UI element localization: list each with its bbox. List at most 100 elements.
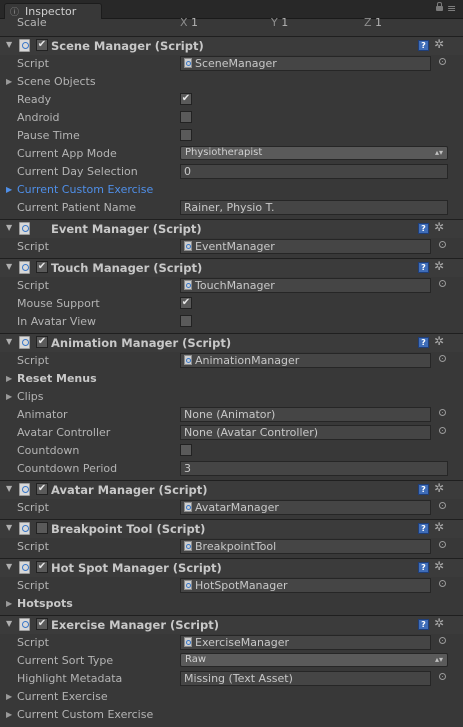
scene-objects-label[interactable]: Scene Objects — [17, 75, 96, 88]
object-picker-icon[interactable] — [439, 673, 446, 680]
property-row[interactable]: ▶ Hotspots — [0, 595, 463, 613]
help-icon[interactable]: ? — [418, 619, 429, 630]
foldout-closed-icon[interactable]: ▶ — [6, 185, 12, 194]
gear-icon[interactable]: ✲ — [434, 220, 444, 234]
component-header-animation-manager[interactable]: ▼ ✔ Animation Manager (Script) ? ✲ — [0, 333, 463, 352]
foldout-arrow-icon[interactable]: ▼ — [6, 523, 12, 532]
help-icon[interactable]: ? — [418, 40, 429, 51]
gear-icon[interactable]: ✲ — [434, 559, 444, 573]
day-selection-field[interactable]: 0 — [180, 164, 448, 179]
tab-inspector[interactable]: ⓘ Inspector — [4, 3, 102, 19]
object-picker-icon[interactable] — [439, 280, 446, 287]
component-enabled-checkbox[interactable]: ✔ — [36, 618, 48, 630]
object-picker-icon[interactable] — [439, 241, 446, 248]
component-enabled-checkbox[interactable]: ✔ — [36, 336, 48, 348]
script-field[interactable]: ExerciseManager — [180, 635, 431, 650]
avatar-view-checkbox[interactable] — [180, 315, 192, 327]
component-enabled-checkbox[interactable]: ✔ — [36, 261, 48, 273]
property-row[interactable]: ▶ Current Custom Exercise — [0, 706, 463, 724]
highlight-metadata-field[interactable]: Missing (Text Asset) — [180, 671, 431, 686]
property-row[interactable]: ▶ Current Custom Exercise — [0, 181, 463, 199]
component-header-hot-spot-manager[interactable]: ▼ ✔ Hot Spot Manager (Script) ? ✲ — [0, 558, 463, 577]
mouse-support-checkbox[interactable]: ✔ — [180, 297, 192, 309]
gear-icon[interactable]: ✲ — [434, 334, 444, 348]
animator-field[interactable]: None (Animator) — [180, 407, 431, 422]
android-checkbox[interactable] — [180, 111, 192, 123]
gear-icon[interactable]: ✲ — [434, 37, 444, 51]
scale-z-field[interactable]: 1 — [375, 18, 382, 29]
foldout-arrow-icon[interactable]: ▼ — [6, 262, 12, 271]
property-row[interactable]: ▶ Scene Objects — [0, 73, 463, 91]
ready-checkbox[interactable]: ✔ — [180, 93, 192, 105]
foldout-closed-icon[interactable]: ▶ — [6, 374, 12, 383]
help-icon[interactable]: ? — [418, 484, 429, 495]
component-header-touch-manager[interactable]: ▼ ✔ Touch Manager (Script) ? ✲ — [0, 258, 463, 277]
script-field[interactable]: EventManager — [180, 239, 431, 254]
script-field[interactable]: BreakpointTool — [180, 539, 431, 554]
object-picker-icon[interactable] — [439, 580, 446, 587]
component-header-event-manager[interactable]: ▼ Event Manager (Script) ? ✲ — [0, 219, 463, 238]
gear-icon[interactable]: ✲ — [434, 259, 444, 273]
object-picker-icon[interactable] — [439, 58, 446, 65]
property-row[interactable]: ▶ Reset Menus — [0, 370, 463, 388]
clips-label[interactable]: Clips — [17, 390, 44, 403]
reset-menus-label[interactable]: Reset Menus — [17, 372, 97, 385]
gear-icon[interactable]: ✲ — [434, 520, 444, 534]
gear-icon[interactable]: ✲ — [434, 616, 444, 630]
scale-y-field[interactable]: 1 — [281, 18, 288, 29]
foldout-arrow-icon[interactable]: ▼ — [6, 562, 12, 571]
object-picker-icon[interactable] — [439, 637, 446, 644]
inspector-content[interactable]: Scale X 1 Y 1 Z 1 ▼ ✔ Scene Manager (Scr… — [0, 18, 463, 727]
component-enabled-checkbox[interactable]: ✔ — [36, 483, 48, 495]
help-icon[interactable]: ? — [418, 337, 429, 348]
foldout-arrow-icon[interactable]: ▼ — [6, 484, 12, 493]
help-icon[interactable]: ? — [418, 262, 429, 273]
scale-x-field[interactable]: 1 — [191, 18, 198, 29]
script-field[interactable]: TouchManager — [180, 278, 431, 293]
object-picker-icon[interactable] — [439, 409, 446, 416]
lock-icon[interactable] — [436, 2, 443, 11]
panel-menu-icon[interactable]: ≡ — [447, 2, 456, 15]
foldout-arrow-icon[interactable]: ▼ — [6, 223, 12, 232]
avatar-controller-field[interactable]: None (Avatar Controller) — [180, 425, 431, 440]
foldout-arrow-icon[interactable]: ▼ — [6, 40, 12, 49]
foldout-closed-icon[interactable]: ▶ — [6, 392, 12, 401]
countdown-period-field[interactable]: 3 — [180, 461, 448, 476]
foldout-closed-icon[interactable]: ▶ — [6, 710, 12, 719]
object-picker-icon[interactable] — [439, 427, 446, 434]
property-row[interactable]: ▶ Current Exercise — [0, 688, 463, 706]
foldout-closed-icon[interactable]: ▶ — [6, 692, 12, 701]
script-field[interactable]: HotSpotManager — [180, 578, 431, 593]
foldout-closed-icon[interactable]: ▶ — [6, 77, 12, 86]
gear-icon[interactable]: ✲ — [434, 481, 444, 495]
app-mode-dropdown[interactable]: Physiotherapist ▴▾ — [180, 146, 448, 160]
component-header-avatar-manager[interactable]: ▼ ✔ Avatar Manager (Script) ? ✲ — [0, 480, 463, 499]
script-field[interactable]: AnimationManager — [180, 353, 431, 368]
component-header-scene-manager[interactable]: ▼ ✔ Scene Manager (Script) ? ✲ — [0, 36, 463, 55]
pause-time-checkbox[interactable] — [180, 129, 192, 141]
component-header-exercise-manager[interactable]: ▼ ✔ Exercise Manager (Script) ? ✲ — [0, 615, 463, 634]
custom-exercise-label[interactable]: Current Custom Exercise — [17, 183, 153, 196]
current-custom-exercise-label[interactable]: Current Custom Exercise — [17, 708, 153, 721]
script-field[interactable]: SceneManager — [180, 56, 431, 71]
countdown-checkbox[interactable] — [180, 444, 192, 456]
object-picker-icon[interactable] — [439, 541, 446, 548]
foldout-arrow-icon[interactable]: ▼ — [6, 619, 12, 628]
foldout-closed-icon[interactable]: ▶ — [6, 599, 12, 608]
hotspots-label[interactable]: Hotspots — [17, 597, 73, 610]
current-exercise-label[interactable]: Current Exercise — [17, 690, 108, 703]
help-icon[interactable]: ? — [418, 523, 429, 534]
help-icon[interactable]: ? — [418, 562, 429, 573]
script-field[interactable]: AvatarManager — [180, 500, 431, 515]
component-enabled-checkbox[interactable]: ✔ — [36, 39, 48, 51]
property-row[interactable]: ▶ Clips — [0, 388, 463, 406]
object-picker-icon[interactable] — [439, 502, 446, 509]
sort-type-dropdown[interactable]: Raw ▴▾ — [180, 653, 448, 667]
object-picker-icon[interactable] — [439, 355, 446, 362]
component-enabled-checkbox[interactable] — [36, 522, 48, 534]
component-header-breakpoint-tool[interactable]: ▼ Breakpoint Tool (Script) ? ✲ — [0, 519, 463, 538]
foldout-arrow-icon[interactable]: ▼ — [6, 337, 12, 346]
help-icon[interactable]: ? — [418, 223, 429, 234]
patient-name-field[interactable]: Rainer, Physio T. — [180, 200, 448, 215]
component-enabled-checkbox[interactable]: ✔ — [36, 561, 48, 573]
